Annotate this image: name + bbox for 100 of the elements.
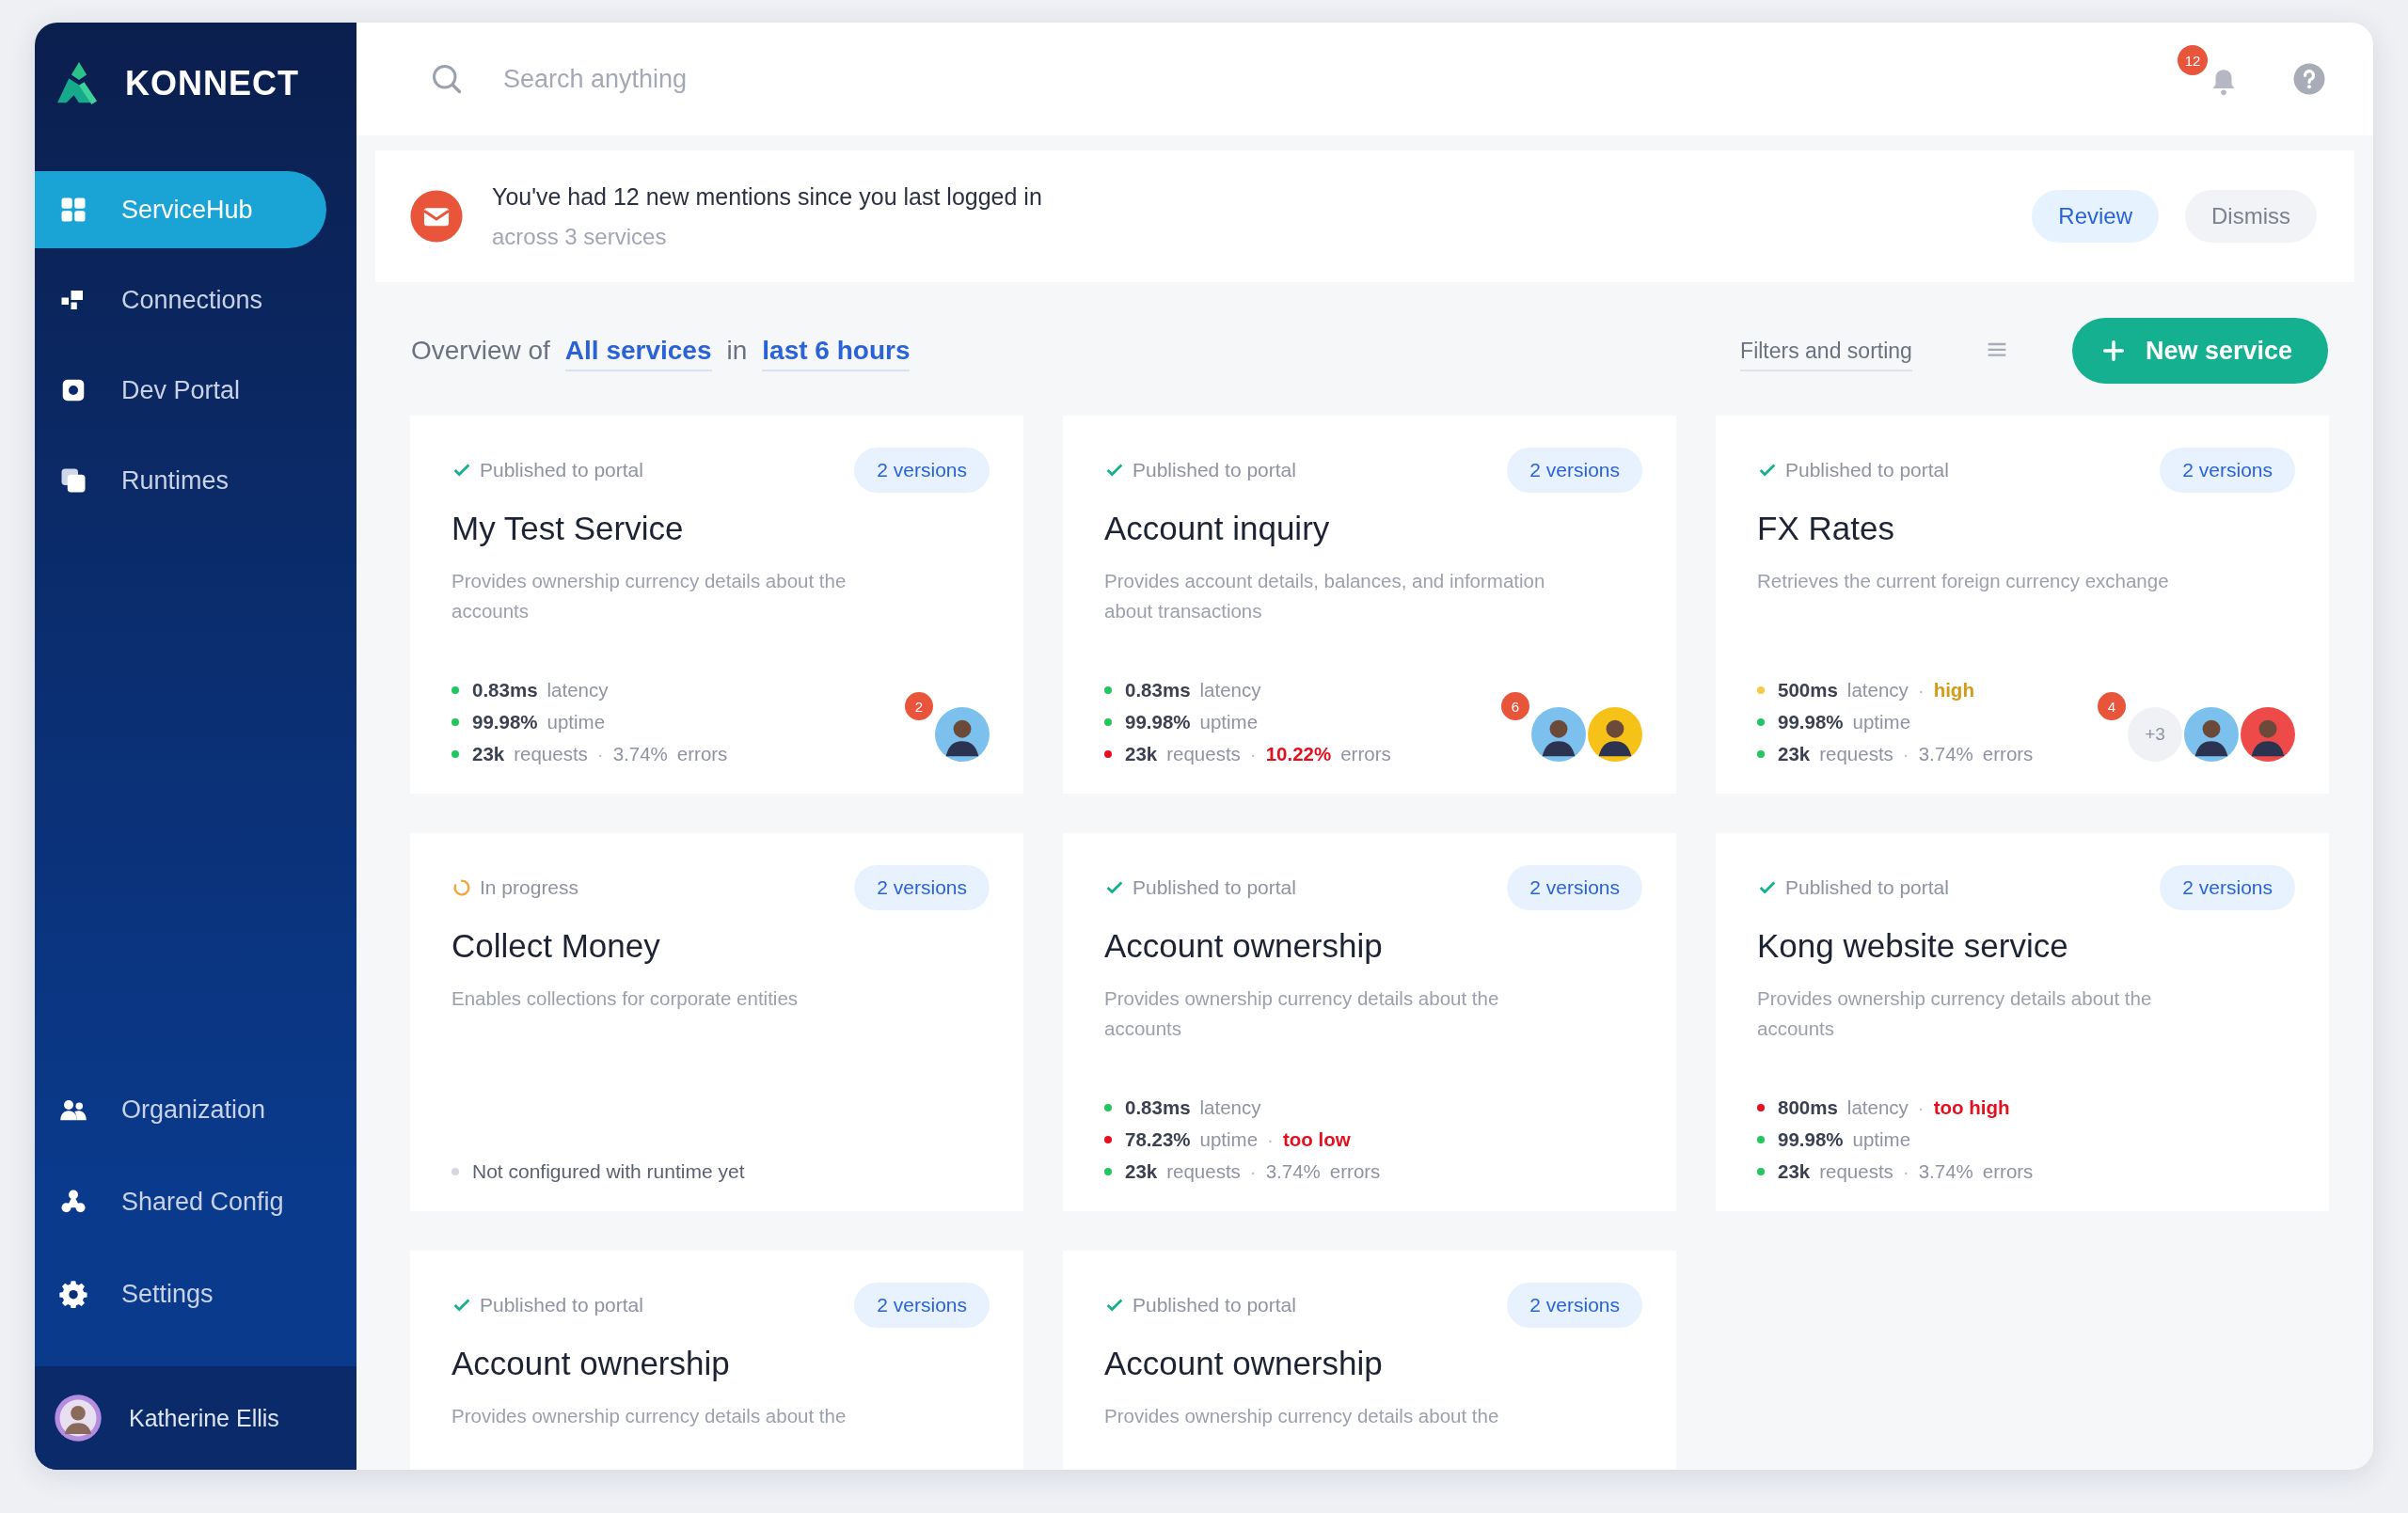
metric-label: latency (1199, 679, 1261, 701)
versions-badge[interactable]: 2 versions (1507, 865, 1642, 910)
settings-icon (59, 1280, 87, 1308)
status-label: In progress (480, 876, 579, 899)
service-card[interactable]: Published to portal 2 versions My Test Service Provides ownership currency details about the accounts 0.83ms latency 99.98% uptime 23k requests · 3.74% errors 2 (410, 416, 1023, 794)
overview-label: in (726, 336, 748, 366)
service-title: Account ownership (452, 1345, 731, 1382)
count-badge: 2 (905, 692, 933, 720)
separator-dot: · (1917, 1096, 1925, 1119)
more-avatars-badge: +3 (2128, 707, 2182, 762)
service-title: Account ownership (1104, 1345, 1384, 1382)
period-dropdown[interactable]: last 6 hours (762, 336, 911, 371)
status-label: Published to portal (480, 459, 643, 481)
metric-label: uptime (547, 711, 606, 733)
service-title: FX Rates (1757, 510, 1895, 547)
service-card[interactable]: Published to portal 2 versions Account ownership Provides ownership currency details about the accounts 0.83ms latency 78.23% uptime · too low 23k requests · 3.74% errors (1063, 833, 1676, 1211)
versions-badge[interactable]: 2 versions (854, 865, 990, 910)
service-card[interactable]: In progress 2 versions Collect Money Enables collections for corporate entities Not configured with runtime yet (410, 833, 1023, 1211)
review-button[interactable]: Review (2032, 190, 2159, 243)
banner-subtitle: across 3 services (492, 223, 668, 250)
note-text: Not configured with runtime yet (472, 1160, 745, 1183)
metric-label: uptime (1199, 711, 1259, 733)
metric-value: 99.98% (1778, 1128, 1844, 1151)
versions-badge[interactable]: 2 versions (2160, 448, 2295, 493)
spinner-icon (452, 877, 472, 898)
service-title: My Test Service (452, 510, 685, 547)
user-panel[interactable]: Katherine Ellis (35, 1366, 356, 1470)
metric-value: 23k (1778, 1160, 1811, 1183)
status-label: Published to portal (1133, 876, 1296, 899)
service-title: Account inquiry (1104, 510, 1331, 547)
status-text: high (1933, 679, 1974, 701)
separator-dot: · (1267, 1128, 1274, 1151)
versions-badge[interactable]: 2 versions (2160, 865, 2295, 910)
metric-value: 500ms (1778, 679, 1838, 701)
service-description: Provides ownership currency details about the accounts (452, 569, 848, 623)
status-label: Published to portal (1785, 459, 1949, 481)
separator-dot: · (1917, 679, 1925, 701)
overview-label: Overview of (411, 336, 550, 366)
mail-icon (409, 189, 464, 244)
service-description: Provides ownership currency details about the (1104, 1404, 1500, 1428)
service-description: Retrieves the current foreign currency exchange (1757, 569, 2170, 593)
metric-label: requests (514, 743, 588, 765)
service-card[interactable]: Published to portal 2 versions Account ownership Provides ownership currency details about the (1063, 1251, 1676, 1470)
separator-dot: · (1902, 743, 1909, 765)
search-field[interactable]: Search anything (430, 62, 804, 96)
versions-badge[interactable]: 2 versions (1507, 448, 1642, 493)
nav-item[interactable]: Runtimes (35, 442, 326, 519)
filters-link[interactable]: Filters and sorting (1740, 338, 1912, 371)
metric-value: 0.83ms (472, 679, 538, 701)
nav-item[interactable]: Organization (35, 1071, 326, 1148)
scope-dropdown[interactable]: All services (564, 336, 712, 371)
metric-value: 99.98% (1125, 711, 1191, 733)
service-title: Collect Money (452, 927, 661, 965)
nav-item[interactable]: Connections (35, 261, 326, 339)
status-text: too low (1282, 1128, 1351, 1151)
status-label: Published to portal (1785, 876, 1949, 899)
user-name: Katherine Ellis (129, 1404, 279, 1432)
versions-badge[interactable]: 2 versions (1507, 1283, 1642, 1328)
service-description: Provides ownership currency details about the (452, 1404, 848, 1428)
error-rate: 3.74% (1918, 743, 1973, 765)
metric-label: errors (1982, 1160, 2034, 1183)
count-badge: 6 (1501, 692, 1529, 720)
brand-name: KONNECT (125, 64, 299, 103)
status-text: too high (1933, 1096, 2010, 1119)
status-label: Published to portal (1133, 459, 1296, 481)
metric-value: 800ms (1778, 1096, 1838, 1119)
service-title: Kong website service (1757, 927, 2069, 965)
error-rate: 10.22% (1265, 743, 1332, 765)
metric-label: errors (1329, 1160, 1381, 1183)
metric-label: requests (1166, 1160, 1241, 1183)
error-rate: 3.74% (1265, 1160, 1321, 1183)
avatar-icon (54, 1394, 103, 1442)
metric-label: errors (1340, 743, 1391, 765)
dismiss-button[interactable]: Dismiss (2185, 190, 2317, 243)
grid-icon (59, 196, 87, 224)
metric-value: 0.83ms (1125, 1096, 1191, 1119)
error-rate: 3.74% (1918, 1160, 1973, 1183)
help-icon[interactable] (2292, 62, 2326, 96)
metric-label: uptime (1852, 1128, 1911, 1151)
service-card[interactable]: Published to portal 2 versions Account inquiry Provides account details, balances, and information about transactions 0.83ms latency 99.98% uptime 23k requests · 10.22% errors 6 (1063, 416, 1676, 794)
service-description: Provides ownership currency details about the accounts (1757, 986, 2153, 1041)
banner-title: You've had 12 new mentions since you last logged in (492, 182, 1043, 211)
service-card[interactable]: Published to portal 2 versions FX Rates Retrieves the current foreign currency exchange 500ms latency · high 99.98% uptime 23k requests · 3.74% errors 4 +3 (1716, 416, 2329, 794)
nav-item[interactable]: Shared Config (35, 1163, 326, 1240)
metric-value: 23k (1125, 743, 1158, 765)
metric-label: uptime (1199, 1128, 1259, 1151)
metric-value: 23k (472, 743, 505, 765)
nav-item[interactable]: Dev Portal (35, 352, 326, 429)
versions-badge[interactable]: 2 versions (854, 448, 990, 493)
status-dot (452, 1168, 459, 1175)
metric-label: uptime (1852, 711, 1911, 733)
nav-item[interactable]: Settings (35, 1255, 326, 1332)
service-card[interactable]: Published to portal 2 versions Kong website service Provides ownership currency details about the accounts 800ms latency · too high 99.98% uptime 23k requests · 3.74% errors (1716, 833, 2329, 1211)
separator-dot: · (1249, 1160, 1257, 1183)
metric-value: 23k (1778, 743, 1811, 765)
error-rate: 3.74% (612, 743, 668, 765)
search-icon (430, 62, 464, 96)
metric-label: requests (1819, 1160, 1893, 1183)
versions-badge[interactable]: 2 versions (854, 1283, 990, 1328)
service-card[interactable]: Published to portal 2 versions Account ownership Provides ownership currency details about the (410, 1251, 1023, 1470)
